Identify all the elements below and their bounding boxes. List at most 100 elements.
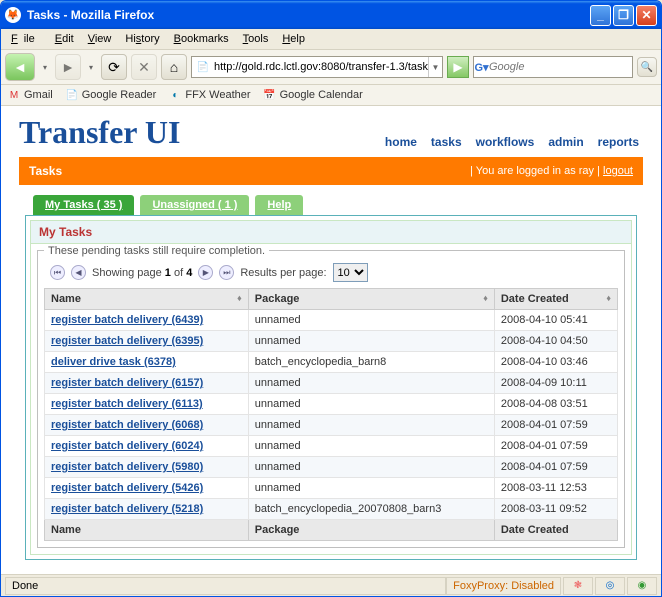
rpp-label: Results per page: (240, 267, 326, 279)
bookmark-google-reader[interactable]: 📄Google Reader (65, 88, 157, 102)
browser-window: 🦊 Tasks - Mozilla Firefox _ ❐ ✕ File Edi… (0, 0, 662, 597)
logout-link[interactable]: logout (603, 165, 633, 177)
next-page-button[interactable]: ▶ (198, 265, 213, 280)
date-cell: 2008-04-01 07:59 (494, 415, 617, 436)
top-nav: home tasks workflows admin reports (385, 135, 639, 153)
nav-tasks[interactable]: tasks (431, 135, 462, 149)
menu-history[interactable]: History (119, 31, 165, 47)
date-cell: 2008-03-11 09:52 (494, 499, 617, 520)
status-icon-2[interactable]: ◎ (595, 577, 625, 595)
last-page-button[interactable]: ⏭ (219, 265, 234, 280)
tab-mytasks[interactable]: My Tasks ( 35 ) (33, 195, 134, 215)
bookmark-google-calendar[interactable]: 📅Google Calendar (263, 88, 363, 102)
gmail-icon: M (7, 88, 21, 102)
task-link[interactable]: register batch delivery (5218) (51, 503, 203, 515)
search-box[interactable]: G▾ (473, 56, 633, 78)
package-cell: unnamed (248, 457, 494, 478)
menu-tools[interactable]: Tools (237, 31, 275, 47)
package-cell: unnamed (248, 373, 494, 394)
package-cell: unnamed (248, 436, 494, 457)
nav-home[interactable]: home (385, 135, 417, 149)
first-page-button[interactable]: ⏮ (50, 265, 65, 280)
search-go-button[interactable]: 🔍 (637, 57, 657, 77)
date-cell: 2008-04-01 07:59 (494, 457, 617, 478)
table-row: register batch delivery (5426)unnamed200… (45, 478, 618, 499)
bookmarks-toolbar: MGmail 📄Google Reader ◐FFX Weather 📅Goog… (1, 85, 661, 106)
search-input[interactable] (489, 61, 632, 73)
table-row: register batch delivery (6395)unnamed200… (45, 331, 618, 352)
col-name[interactable]: Name♦ (45, 289, 249, 310)
package-cell: unnamed (248, 394, 494, 415)
menu-edit[interactable]: Edit (49, 31, 80, 47)
showing-label: Showing page 1 of 4 (92, 267, 192, 279)
page-content: Transfer UI home tasks workflows admin r… (1, 106, 661, 574)
task-link[interactable]: deliver drive task (6378) (51, 356, 176, 368)
back-button[interactable]: ◄ (5, 53, 35, 81)
table-row: register batch delivery (6439)unnamed200… (45, 310, 618, 331)
task-link[interactable]: register batch delivery (6113) (51, 398, 203, 410)
table-row: register batch delivery (6157)unnamed200… (45, 373, 618, 394)
menu-help[interactable]: Help (276, 31, 311, 47)
tab-help[interactable]: Help (255, 195, 303, 215)
address-bar[interactable]: 📄 ▼ (191, 56, 443, 78)
forward-button[interactable]: ► (55, 54, 81, 80)
rpp-select[interactable]: 10 (333, 263, 368, 282)
col-package[interactable]: Package♦ (248, 289, 494, 310)
status-icon-1[interactable]: ❃ (563, 577, 593, 595)
task-link[interactable]: register batch delivery (5980) (51, 461, 203, 473)
table-row: register batch delivery (5218) batch_ency… (45, 499, 618, 520)
prev-page-button[interactable]: ◀ (71, 265, 86, 280)
gear-icon: ❃ (570, 578, 586, 594)
footer-package: Package (248, 520, 494, 541)
status-icon-3[interactable]: ◉ (627, 577, 657, 595)
task-link[interactable]: register batch delivery (6157) (51, 377, 203, 389)
fieldset-legend: These pending tasks still require comple… (44, 245, 269, 257)
footer-date: Date Created (494, 520, 617, 541)
url-input[interactable] (214, 58, 428, 76)
nav-admin[interactable]: admin (548, 135, 583, 149)
tasks-panel: My Tasks These pending tasks still requi… (25, 215, 637, 560)
back-history-button[interactable]: ▾ (39, 54, 51, 80)
bookmark-gmail[interactable]: MGmail (7, 88, 53, 102)
reader-icon: 📄 (65, 88, 79, 102)
target-icon: ◎ (602, 578, 618, 594)
footer-name: Name (45, 520, 249, 541)
reload-button[interactable]: ⟳ (101, 54, 127, 80)
table-row: register batch delivery (6068)unnamed200… (45, 415, 618, 436)
home-button[interactable]: ⌂ (161, 54, 187, 80)
menu-file[interactable]: File (5, 31, 47, 47)
col-date[interactable]: Date Created♦ (494, 289, 617, 310)
stop-button[interactable]: ✕ (131, 54, 157, 80)
task-link[interactable]: register batch delivery (6024) (51, 440, 203, 452)
section-header: Tasks | You are logged in as ray | logou… (19, 157, 643, 185)
nav-toolbar: ◄ ▾ ► ▾ ⟳ ✕ ⌂ 📄 ▼ ▶ G▾ 🔍 (1, 50, 661, 85)
nav-workflows[interactable]: workflows (476, 135, 535, 149)
task-link[interactable]: register batch delivery (6395) (51, 335, 203, 347)
app-logo: Transfer UI (19, 114, 180, 153)
task-link[interactable]: register batch delivery (5426) (51, 482, 203, 494)
menu-bookmarks[interactable]: Bookmarks (168, 31, 235, 47)
date-cell: 2008-04-10 05:41 (494, 310, 617, 331)
task-link[interactable]: register batch delivery (6068) (51, 419, 203, 431)
bookmark-ffx-weather[interactable]: ◐FFX Weather (168, 88, 250, 102)
forward-history-button[interactable]: ▾ (85, 54, 97, 80)
tab-unassigned[interactable]: Unassigned ( 1 ) (140, 195, 249, 215)
titlebar: 🦊 Tasks - Mozilla Firefox _ ❐ ✕ (1, 1, 661, 29)
maximize-button[interactable]: ❐ (613, 5, 634, 26)
go-button[interactable]: ▶ (447, 56, 469, 78)
url-history-dropdown[interactable]: ▼ (428, 57, 442, 77)
close-button[interactable]: ✕ (636, 5, 657, 26)
task-link[interactable]: register batch delivery (6439) (51, 314, 203, 326)
minimize-button[interactable]: _ (590, 5, 611, 26)
firefox-icon: 🦊 (5, 7, 21, 23)
nav-reports[interactable]: reports (598, 135, 639, 149)
table-row: register batch delivery (6113)unnamed200… (45, 394, 618, 415)
weather-icon: ◐ (168, 88, 182, 102)
menu-view[interactable]: View (82, 31, 118, 47)
section-title: Tasks (29, 164, 62, 178)
package-cell: batch_encyclopedia_20070808_barn3 (248, 499, 494, 520)
window-title: Tasks - Mozilla Firefox (27, 8, 590, 22)
statusbar: Done FoxyProxy: Disabled ❃ ◎ ◉ (1, 574, 661, 596)
search-engine-icon[interactable]: G▾ (474, 61, 489, 74)
foxyproxy-status[interactable]: FoxyProxy: Disabled (446, 577, 561, 595)
